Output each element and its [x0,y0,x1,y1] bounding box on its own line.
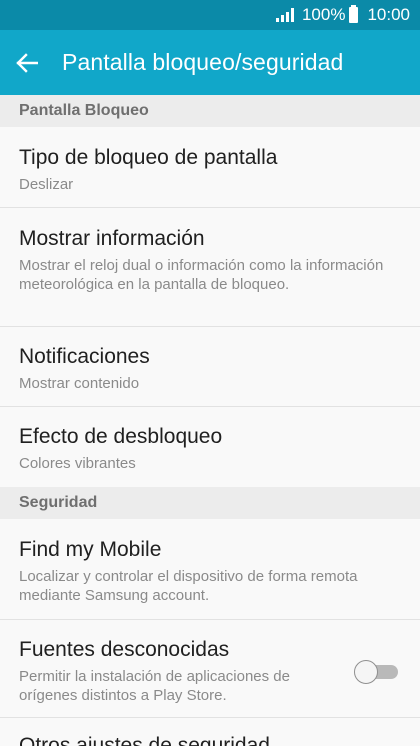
item-title: Efecto de desbloqueo [19,425,223,448]
item-subtitle: Deslizar [19,176,74,193]
other-security-settings-item[interactable]: Otros ajustes de seguridad [0,718,420,746]
item-title: Mostrar información [19,227,205,250]
item-title: Tipo de bloqueo de pantalla [19,146,278,169]
battery-percentage: 100% [301,5,346,24]
app-bar: Pantalla bloqueo/seguridad [0,30,420,95]
item-subtitle: Localizar y controlar el dispositivo de … [19,568,358,604]
toggle-thumb [354,660,378,684]
item-title: Notificaciones [19,345,150,368]
unlock-effect-item[interactable]: Efecto de desbloqueo Colores vibrantes [0,407,420,487]
section-header-lock-screen: Pantalla Bloqueo [0,95,420,127]
unknown-sources-item[interactable]: Fuentes desconocidas Permitir la instala… [0,620,420,718]
page-title: Pantalla bloqueo/seguridad [62,49,344,75]
battery-icon [349,5,359,23]
show-info-item[interactable]: Mostrar información Mostrar el reloj dua… [0,208,420,327]
item-subtitle: Colores vibrantes [19,455,136,472]
item-subtitle: Permitir la instalación de aplicaciones … [19,668,290,704]
item-subtitle: Mostrar el reloj dual o información como… [19,257,384,293]
item-subtitle: Mostrar contenido [19,375,140,392]
item-title: Fuentes desconocidas [19,638,230,661]
item-title: Find my Mobile [19,538,162,561]
lock-screen-type-item[interactable]: Tipo de bloqueo de pantalla Deslizar [0,127,420,208]
signal-icon [275,8,294,22]
clock: 10:00 [367,5,410,24]
item-title: Otros ajustes de seguridad [19,734,270,746]
section-header-security: Seguridad [0,487,420,519]
find-my-mobile-item[interactable]: Find my Mobile Localizar y controlar el … [0,519,420,620]
arrow-left-icon[interactable] [16,50,42,76]
unknown-sources-toggle[interactable] [354,660,398,684]
notifications-item[interactable]: Notificaciones Mostrar contenido [0,327,420,407]
status-bar: 100% 10:00 [0,0,420,30]
